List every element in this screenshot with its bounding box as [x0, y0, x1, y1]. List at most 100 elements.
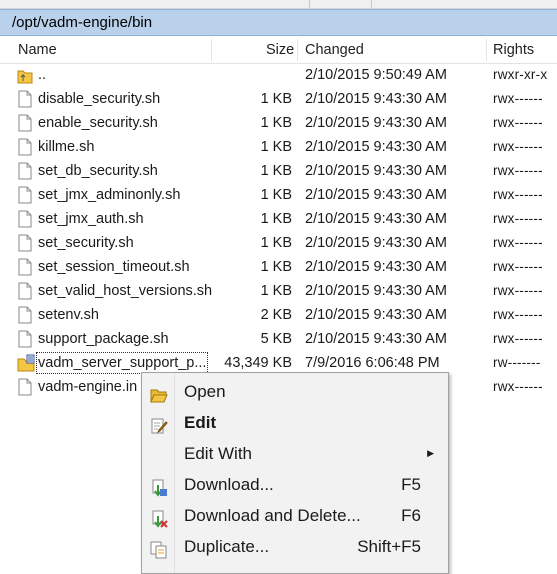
file-size: 1 KB	[260, 163, 292, 179]
file-size: 1 KB	[260, 235, 292, 251]
file-name: setenv.sh	[38, 307, 99, 323]
file-changed: 2/10/2015 9:43:30 AM	[305, 139, 447, 155]
context-menu: Open Edit Edit With ▶ Download... F5 Download …	[141, 372, 449, 574]
file-name: set_session_timeout.sh	[38, 259, 190, 275]
file-icon	[17, 114, 33, 132]
menu-item-label: Download...	[184, 475, 274, 494]
file-rights: rwx------	[493, 379, 543, 394]
tab-separator	[309, 0, 310, 8]
column-divider[interactable]	[486, 39, 487, 61]
file-rights: rwx------	[493, 91, 543, 106]
menu-item-open[interactable]: Open	[142, 376, 448, 407]
file-icon	[17, 306, 33, 324]
menu-item-shortcut: F6	[401, 506, 421, 525]
file-rights: rwx------	[493, 187, 543, 202]
file-list-header: Name Size Changed Rights	[0, 37, 557, 64]
menu-item-label: Duplicate...	[184, 537, 270, 556]
file-icon	[17, 162, 33, 180]
file-size: 1 KB	[260, 139, 292, 155]
file-changed: 2/10/2015 9:43:30 AM	[305, 259, 447, 275]
file-row[interactable]: killme.sh 1 KB 2/10/2015 9:43:30 AM rwx----…	[0, 135, 557, 159]
menu-item-download[interactable]: Download... F5	[142, 469, 448, 500]
file-name: set_db_security.sh	[38, 163, 158, 179]
file-rights: rwx------	[493, 307, 543, 322]
column-divider[interactable]	[297, 39, 298, 61]
file-name: enable_security.sh	[38, 115, 158, 131]
column-rights-header[interactable]: Rights	[493, 37, 534, 63]
file-size: 1 KB	[260, 91, 292, 107]
column-size-header[interactable]: Size	[266, 37, 294, 63]
file-name: set_jmx_auth.sh	[38, 211, 144, 227]
file-changed: 2/10/2015 9:43:30 AM	[305, 115, 447, 131]
file-row[interactable]: disable_security.sh 1 KB 2/10/2015 9:43:30…	[0, 87, 557, 111]
edit-icon	[150, 414, 168, 434]
file-row[interactable]: set_jmx_auth.sh 1 KB 2/10/2015 9:43:30 AM r…	[0, 207, 557, 231]
menu-item-shortcut: Shift+F5	[357, 537, 421, 556]
file-size: 1 KB	[260, 283, 292, 299]
file-changed: 2/10/2015 9:43:30 AM	[305, 283, 447, 299]
menu-item-edit-with[interactable]: Edit With ▶	[142, 438, 448, 469]
file-name: set_jmx_adminonly.sh	[38, 187, 181, 203]
archive-icon	[17, 354, 35, 372]
file-name: disable_security.sh	[38, 91, 161, 107]
file-size: 1 KB	[260, 187, 292, 203]
file-row[interactable]: set_jmx_adminonly.sh 1 KB 2/10/2015 9:43:3…	[0, 183, 557, 207]
file-rights: rwx------	[493, 115, 543, 130]
file-row[interactable]: set_security.sh 1 KB 2/10/2015 9:43:30 AM r…	[0, 231, 557, 255]
file-size: 2 KB	[260, 307, 292, 323]
file-changed: 2/10/2015 9:43:30 AM	[305, 163, 447, 179]
file-changed: 2/10/2015 9:50:49 AM	[305, 67, 447, 83]
file-icon	[17, 258, 33, 276]
download-delete-icon	[150, 507, 168, 528]
column-name-header[interactable]: Name	[18, 37, 57, 63]
column-divider[interactable]	[211, 39, 212, 61]
open-folder-icon	[150, 383, 168, 403]
file-rights: rwx------	[493, 235, 543, 250]
menu-item-download-and-delete[interactable]: Download and Delete... F6	[142, 500, 448, 531]
file-rights: rwxr-xr-x	[493, 67, 548, 82]
menu-item-label: Download and Delete...	[184, 506, 361, 525]
file-changed: 2/10/2015 9:43:30 AM	[305, 91, 447, 107]
menu-item-shortcut: F5	[401, 475, 421, 494]
menu-item-duplicate[interactable]: Duplicate... Shift+F5	[142, 531, 448, 562]
file-row[interactable]: support_package.sh 5 KB 2/10/2015 9:43:30 …	[0, 327, 557, 351]
file-icon	[17, 210, 33, 228]
file-icon	[17, 138, 33, 156]
path-bar[interactable]: /opt/vadm-engine/bin	[0, 9, 557, 36]
file-icon	[17, 90, 33, 108]
download-icon	[150, 476, 168, 497]
file-icon	[17, 330, 33, 348]
file-rights: rwx------	[493, 211, 543, 226]
file-size: 1 KB	[260, 115, 292, 131]
menu-item-label: Edit	[184, 413, 217, 432]
file-icon	[17, 234, 33, 252]
parent-folder-icon	[17, 66, 33, 84]
menu-item-label: Edit With	[184, 444, 253, 463]
file-row[interactable]: .. 2/10/2015 9:50:49 AM rwxr-xr-x	[0, 63, 557, 87]
file-changed: 2/10/2015 9:43:30 AM	[305, 307, 447, 323]
file-changed: 2/10/2015 9:43:30 AM	[305, 331, 447, 347]
file-name: support_package.sh	[38, 331, 169, 347]
file-name: killme.sh	[38, 139, 95, 155]
file-name: ..	[38, 67, 47, 83]
file-icon	[17, 378, 33, 396]
tab-separator	[371, 0, 372, 8]
file-rights: rw-------	[493, 355, 541, 370]
file-rights: rwx------	[493, 331, 543, 346]
file-size: 1 KB	[260, 211, 292, 227]
file-row[interactable]: set_session_timeout.sh 1 KB 2/10/2015 9:43…	[0, 255, 557, 279]
file-size: 1 KB	[260, 259, 292, 275]
file-row[interactable]: set_db_security.sh 1 KB 2/10/2015 9:43:30 …	[0, 159, 557, 183]
file-row[interactable]: setenv.sh 2 KB 2/10/2015 9:43:30 AM rwx----…	[0, 303, 557, 327]
file-changed: 2/10/2015 9:43:30 AM	[305, 235, 447, 251]
submenu-arrow-icon: ▶	[427, 448, 434, 458]
tab-strip	[0, 0, 557, 9]
file-name: set_security.sh	[38, 235, 134, 251]
column-changed-header[interactable]: Changed	[305, 37, 364, 63]
file-row[interactable]: enable_security.sh 1 KB 2/10/2015 9:43:30 …	[0, 111, 557, 135]
file-name: vadm-engine.in	[38, 379, 138, 395]
file-row[interactable]: set_valid_host_versions.sh 1 KB 2/10/2015 …	[0, 279, 557, 303]
file-icon	[17, 282, 33, 300]
menu-item-edit[interactable]: Edit	[142, 407, 448, 438]
file-rights: rwx------	[493, 163, 543, 178]
